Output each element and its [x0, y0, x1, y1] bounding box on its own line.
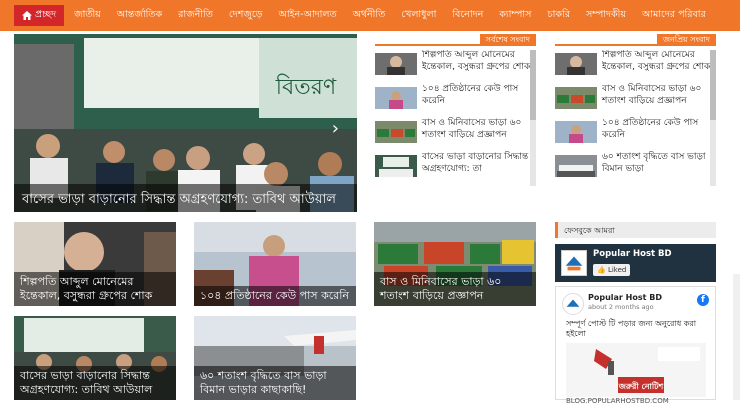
nav-item-law[interactable]: আইন-আদালত	[270, 5, 344, 26]
list-item[interactable]: বাসের ভাড়া বাড়ানোর সিদ্ধান্ত অগ্রহণযোগ…	[375, 152, 536, 184]
list-item[interactable]: শিল্পপতি আব্দুল মোনেমের ইন্তেকাল, বসুন্ধ…	[375, 50, 536, 82]
latest-news-header: সর্বশেষ সংবাদ	[375, 34, 536, 46]
news-card-tabith[interactable]: বাসের ভাড়া বাড়ানোর সিদ্ধান্ত অগ্রহণযোগ…	[14, 316, 176, 400]
news-thumbnail	[375, 155, 417, 177]
latest-news-title: সর্বশেষ সংবাদ	[479, 34, 536, 46]
liked-button[interactable]: 👍 Liked	[593, 264, 631, 276]
hero-slider[interactable]: বিতরণ › বাসের ভাড়া বাড়ানোর সিদ্ধান্ত অ…	[14, 34, 357, 212]
card-caption[interactable]: ৬০ শতাংশ বৃদ্ধিতে বাস ভাড়া বিমান ভাড়ার…	[194, 366, 356, 400]
page-scrollbar[interactable]	[733, 274, 740, 400]
latest-news-list[interactable]: শিল্পপতি আব্দুল মোনেমের ইন্তেকাল, বসুন্ধ…	[375, 50, 536, 186]
nav-item-entertainment[interactable]: বিনোদন	[444, 5, 491, 26]
facebook-widget-title: ফেসবুকে আমরা	[555, 222, 716, 238]
news-title[interactable]: বাস ও মিনিবাসের ভাড়া ৬০ শতাংশ বাড়িয়ে …	[422, 118, 536, 141]
news-title[interactable]: বাস ও মিনিবাসের ভাড়া ৬০ শতাংশ বাড়িয়ে …	[602, 84, 716, 107]
news-card-exam[interactable]: ১০৪ প্রতিষ্ঠানের কেউ পাস করেনি	[194, 222, 356, 306]
post-time: about 2 months ago	[588, 303, 654, 311]
nav-item-international[interactable]: আন্তর্জাতিক	[109, 5, 170, 26]
list-item[interactable]: ৬০ শতাংশ বৃদ্ধিতে বাস ভাড়া বিমান ভাড়া	[555, 152, 716, 184]
facebook-icon: f	[697, 294, 709, 306]
nav-item-national[interactable]: জাতীয়	[66, 5, 109, 26]
post-avatar-icon	[562, 293, 584, 315]
post-link-url[interactable]: BLOG.POPULARHOSTBD.COM	[566, 397, 669, 405]
news-thumbnail	[375, 87, 417, 109]
news-thumbnail	[375, 121, 417, 143]
news-title[interactable]: ১০৪ প্রতিষ্ঠানের কেউ পাস করেনি	[602, 118, 716, 141]
nav-item-campus[interactable]: ক্যাম্পাস	[491, 5, 539, 26]
facebook-widget: ফেসবুকে আমরা Popular Host BD 👍 Liked Pop…	[555, 222, 716, 405]
card-caption[interactable]: শিল্পপতি আব্দুল মোনেমের ইন্তেকাল, বসুন্ধ…	[14, 272, 176, 306]
list-item[interactable]: ১০৪ প্রতিষ্ঠানের কেউ পাস করেনি	[555, 118, 716, 150]
list-item[interactable]: বাস ও মিনিবাসের ভাড়া ৬০ শতাংশ বাড়িয়ে …	[555, 84, 716, 116]
facebook-post[interactable]: Popular Host BD about 2 months ago f সম্…	[555, 286, 716, 405]
facebook-page-cover[interactable]: Popular Host BD 👍 Liked	[555, 244, 716, 282]
post-author[interactable]: Popular Host BD	[588, 293, 662, 302]
news-thumbnail	[555, 155, 597, 177]
popular-news-list[interactable]: শিল্পপতি আব্দুল মোনেমের ইন্তেকাল, বসুন্ধ…	[555, 50, 716, 186]
news-card-monem[interactable]: শিল্পপতি আব্দুল মোনেমের ইন্তেকাল, বসুন্ধ…	[14, 222, 176, 306]
news-title[interactable]: বাসের ভাড়া বাড়ানোর সিদ্ধান্ত অগ্রহণযোগ…	[422, 152, 536, 175]
card-caption[interactable]: বাসের ভাড়া বাড়ানোর সিদ্ধান্ত অগ্রহণযোগ…	[14, 366, 176, 400]
latest-news-panel: সর্বশেষ সংবাদ শিল্পপতি আব্দুল মোনেমের ইন…	[375, 34, 536, 186]
facebook-page-name[interactable]: Popular Host BD	[593, 249, 672, 259]
home-icon	[22, 11, 32, 20]
news-thumbnail	[555, 53, 597, 75]
popular-news-title: জনপ্রিয় সংবাদ	[656, 34, 716, 46]
hero-caption[interactable]: বাসের ভাড়া বাড়ানোর সিদ্ধান্ত অগ্রহণযোগ…	[14, 184, 357, 212]
news-thumbnail	[555, 121, 597, 143]
news-title[interactable]: শিল্পপতি আব্দুল মোনেমের ইন্তেকাল, বসুন্ধ…	[422, 50, 536, 73]
nav-item-economy[interactable]: অর্থনীতি	[345, 5, 394, 26]
nav-item-family[interactable]: আমাদের পরিবার	[634, 5, 714, 26]
news-title[interactable]: ১০৪ প্রতিষ্ঠানের কেউ পাস করেনি	[422, 84, 536, 107]
card-caption[interactable]: বাস ও মিনিবাসের ভাড়া ৬০ শতাংশ বাড়িয়ে …	[374, 272, 536, 306]
liked-label: Liked	[607, 266, 627, 274]
popular-news-panel: জনপ্রিয় সংবাদ শিল্পপতি আব্দুল মোনেমের ই…	[555, 34, 716, 186]
news-thumbnail	[555, 87, 597, 109]
nav-item-country[interactable]: দেশজুড়ে	[221, 5, 271, 26]
notice-text: জরুরী নোটিশ	[618, 380, 665, 391]
news-card-bus-fare[interactable]: বাস ও মিনিবাসের ভাড়া ৬০ শতাংশ বাড়িয়ে …	[374, 222, 536, 306]
main-nav: প্রচ্ছদ জাতীয় আন্তর্জাতিক রাজনীতি দেশজু…	[0, 0, 740, 31]
popular-news-header: জনপ্রিয় সংবাদ	[555, 34, 716, 46]
nav-home[interactable]: প্রচ্ছদ	[14, 5, 65, 26]
nav-home-label: প্রচ্ছদ	[35, 9, 57, 20]
nav-item-politics[interactable]: রাজনীতি	[170, 5, 221, 26]
nav-item-sports[interactable]: খেলাধুলা	[393, 5, 444, 26]
page-logo-icon	[561, 250, 587, 276]
news-title[interactable]: ৬০ শতাংশ বৃদ্ধিতে বাস ভাড়া বিমান ভাড়া	[602, 152, 716, 175]
latest-news-scrollbar[interactable]	[530, 50, 536, 186]
slider-next-icon[interactable]: ›	[332, 118, 339, 139]
nav-item-editorial[interactable]: সম্পাদকীয়	[578, 5, 634, 26]
news-thumbnail	[375, 53, 417, 75]
list-item[interactable]: শিল্পপতি আব্দুল মোনেমের ইন্তেকাল, বসুন্ধ…	[555, 50, 716, 82]
list-item[interactable]: ১০৪ প্রতিষ্ঠানের কেউ পাস করেনি	[375, 84, 536, 116]
popular-news-scrollbar[interactable]	[710, 50, 716, 186]
list-item[interactable]: বাস ও মিনিবাসের ভাড়া ৬০ শতাংশ বাড়িয়ে …	[375, 118, 536, 150]
post-text: সম্পূর্ণ পোস্ট টি পড়ার জন্য অনুরোধ করা …	[566, 319, 697, 338]
post-image[interactable]: জরুরী নোটিশ	[566, 343, 706, 397]
nav-item-jobs[interactable]: চাকরি	[539, 5, 577, 26]
news-title[interactable]: শিল্পপতি আব্দুল মোনেমের ইন্তেকাল, বসুন্ধ…	[602, 50, 716, 73]
like-icon: 👍	[597, 266, 606, 274]
news-card-airfare[interactable]: ৬০ শতাংশ বৃদ্ধিতে বাস ভাড়া বিমান ভাড়ার…	[194, 316, 356, 400]
hero-banner-text: বিতরণ	[275, 74, 337, 100]
card-caption[interactable]: ১০৪ প্রতিষ্ঠানের কেউ পাস করেনি	[194, 286, 356, 306]
